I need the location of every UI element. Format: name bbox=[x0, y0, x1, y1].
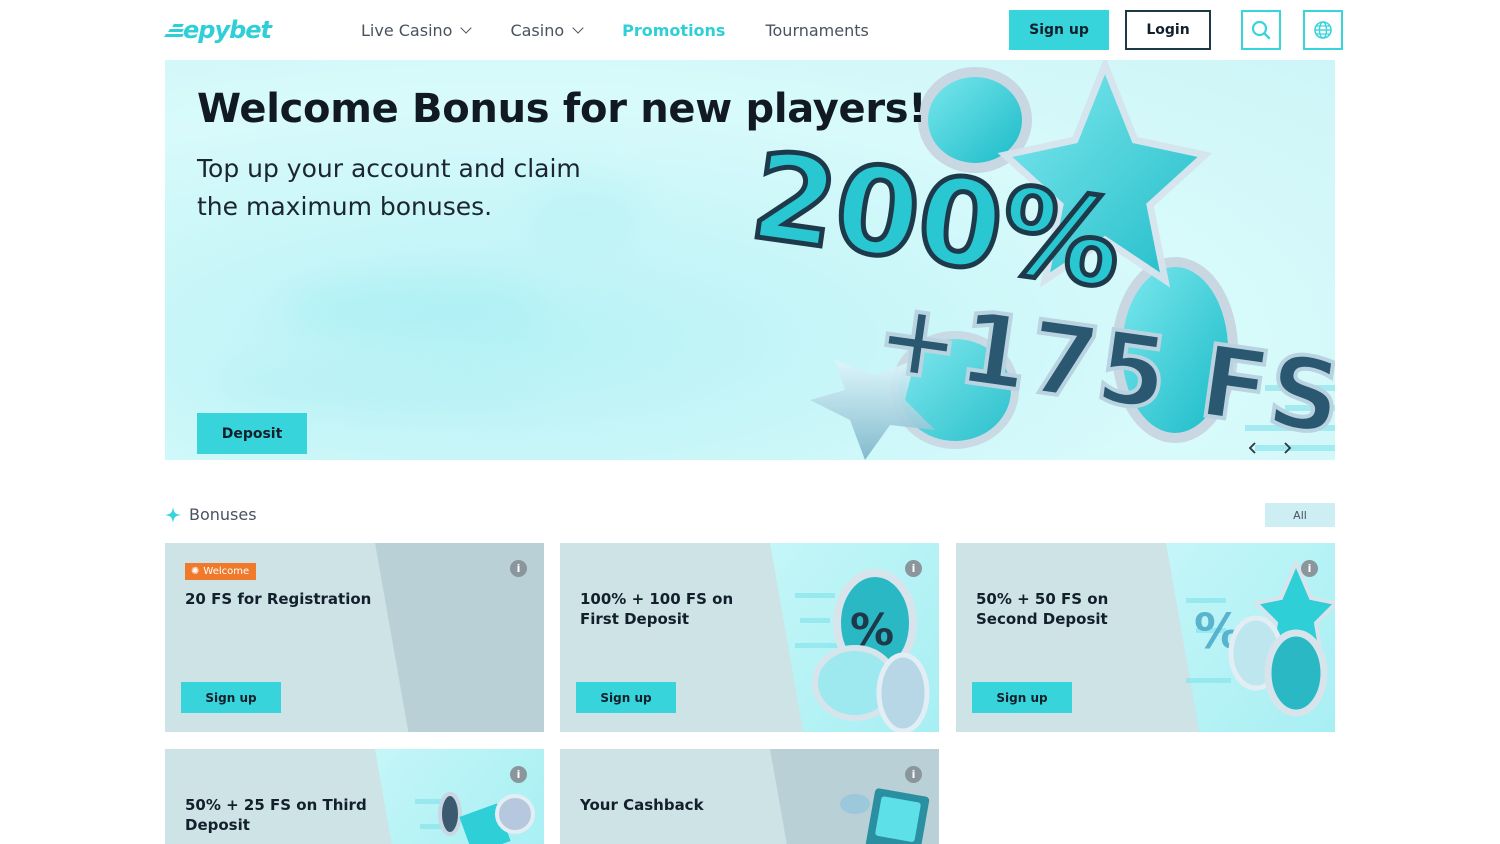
slider-prev-button[interactable] bbox=[1245, 440, 1261, 456]
info-icon[interactable]: i bbox=[1301, 560, 1318, 577]
deposit-button[interactable]: Deposit bbox=[197, 413, 307, 454]
card-title: Your Cashback bbox=[580, 796, 704, 814]
slider-next-button[interactable] bbox=[1279, 440, 1295, 456]
nav-promotions[interactable]: Promotions bbox=[622, 19, 725, 41]
nav-label: Casino bbox=[510, 20, 565, 40]
bonus-card[interactable]: i 50% + 25 FS on Third Deposit bbox=[165, 749, 544, 844]
card-title: 50% + 25 FS on Third Deposit bbox=[185, 796, 367, 834]
card-title: 20 FS for Registration bbox=[185, 590, 372, 608]
info-icon[interactable]: i bbox=[510, 560, 527, 577]
hero-title: Welcome Bonus for new players! bbox=[197, 86, 927, 132]
card-title: 50% + 50 FS on Second Deposit bbox=[976, 590, 1109, 628]
chip-percent-art: % bbox=[795, 569, 930, 732]
star-percent-art: % bbox=[1186, 558, 1335, 717]
hero-subtitle: Top up your account and claim the maximu… bbox=[197, 154, 581, 221]
cashback-art bbox=[840, 788, 930, 844]
logo[interactable]: epybet bbox=[164, 8, 272, 52]
logo-mark-icon bbox=[164, 24, 184, 38]
signup-button[interactable]: Sign up bbox=[1009, 10, 1109, 50]
all-bonuses-button[interactable]: All bbox=[1265, 503, 1335, 527]
bonus-card[interactable]: % i 100% + 100 FS on First Deposit Sign … bbox=[560, 543, 939, 732]
globe-icon bbox=[1314, 21, 1332, 39]
info-icon[interactable]: i bbox=[905, 766, 922, 783]
info-icon[interactable]: i bbox=[905, 560, 922, 577]
chevron-left-icon bbox=[1248, 442, 1256, 454]
search-button[interactable] bbox=[1241, 10, 1281, 50]
slider-controls bbox=[1245, 440, 1295, 456]
logo-text: epybet bbox=[183, 16, 272, 44]
bonus-card[interactable]: i Your Cashback bbox=[560, 749, 939, 844]
main-nav: Live Casino Casino Promotions Tournament… bbox=[361, 19, 869, 41]
card-signup-button[interactable]: Sign up bbox=[972, 682, 1072, 713]
info-icon[interactable]: i bbox=[510, 766, 527, 783]
coins-art bbox=[415, 792, 535, 844]
bonuses-section-header: Bonuses All bbox=[165, 503, 1335, 527]
nav-live-casino[interactable]: Live Casino bbox=[361, 19, 473, 41]
login-button[interactable]: Login bbox=[1125, 10, 1211, 50]
welcome-badge: ✺ Welcome bbox=[185, 563, 257, 580]
card-signup-button[interactable]: Sign up bbox=[181, 682, 281, 713]
bonuses-title: Bonuses bbox=[189, 505, 257, 524]
sparkle-icon bbox=[165, 507, 181, 523]
nav-label: Live Casino bbox=[361, 20, 453, 40]
bonus-card[interactable]: % i 50% + 50 FS on Second Deposit Sign u… bbox=[956, 543, 1335, 732]
nav-label: Tournaments bbox=[765, 20, 869, 40]
nav-tournaments[interactable]: Tournaments bbox=[765, 19, 868, 41]
nav-label: Promotions bbox=[622, 20, 726, 40]
chevron-down-icon bbox=[572, 21, 584, 34]
hero-banner: 200% +175 FS Welcome Bonus for new playe… bbox=[165, 60, 1335, 460]
chevron-right-icon bbox=[1284, 442, 1292, 454]
nav-casino[interactable]: Casino bbox=[510, 19, 584, 41]
site-header: epybet Live Casino Casino Promotions Tou… bbox=[164, 0, 1343, 60]
sparkle-icon: ✺ bbox=[191, 566, 200, 577]
badge-label: Welcome bbox=[203, 566, 250, 577]
bonus-card[interactable]: ✺ Welcome i 20 FS for Registration Sign … bbox=[165, 543, 544, 732]
chevron-down-icon bbox=[460, 21, 473, 34]
language-button[interactable] bbox=[1303, 10, 1343, 50]
card-signup-button[interactable]: Sign up bbox=[576, 682, 676, 713]
card-title: 100% + 100 FS on First Deposit bbox=[580, 590, 734, 628]
search-icon bbox=[1251, 20, 1271, 40]
